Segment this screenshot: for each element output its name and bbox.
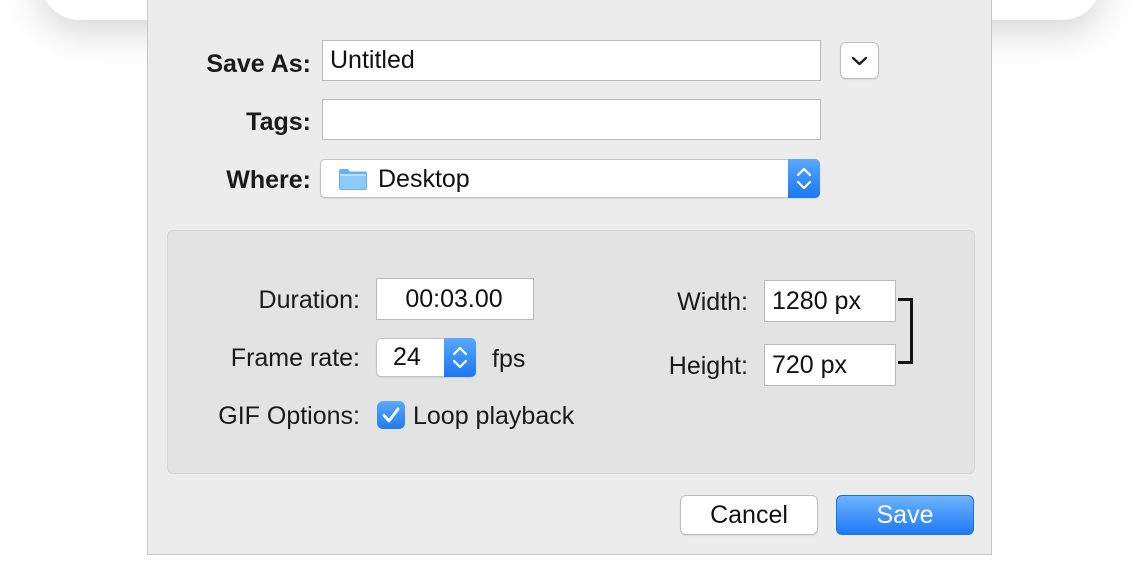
save-as-label: Save As: <box>206 50 311 78</box>
expand-dialog-button[interactable] <box>840 42 879 79</box>
checkmark-icon <box>382 407 400 423</box>
gif-options-label: GIF Options: <box>218 402 360 430</box>
frame-rate-stepper[interactable] <box>444 338 476 377</box>
tags-input[interactable] <box>322 99 821 140</box>
frame-rate-combo[interactable]: 24 <box>376 338 476 377</box>
loop-playback-checkbox[interactable] <box>377 401 405 429</box>
frame-rate-label: Frame rate: <box>230 344 360 372</box>
aspect-ratio-link[interactable] <box>898 298 913 364</box>
up-down-arrows-icon <box>452 346 468 369</box>
duration-label: Duration: <box>258 286 360 314</box>
where-value: Desktop <box>378 165 470 193</box>
cancel-button[interactable]: Cancel <box>680 495 818 535</box>
height-input[interactable] <box>764 344 896 386</box>
width-input[interactable] <box>764 280 896 322</box>
folder-icon <box>339 169 367 190</box>
chevron-down-icon <box>851 56 868 66</box>
save-button[interactable]: Save <box>836 495 974 535</box>
save-dialog: Save As: Tags: Where: Desktop Duration: … <box>147 0 992 555</box>
where-stepper[interactable] <box>788 159 820 198</box>
frame-rate-unit: fps <box>492 345 526 373</box>
loop-playback-label[interactable]: Loop playback <box>413 396 574 436</box>
frame-rate-value: 24 <box>393 343 421 371</box>
save-as-input[interactable] <box>322 40 821 81</box>
where-popup[interactable]: Desktop <box>320 159 820 198</box>
height-label: Height: <box>668 352 748 380</box>
tags-label: Tags: <box>246 108 311 136</box>
where-label: Where: <box>226 166 311 194</box>
gif-options-panel: Duration: Frame rate: 24 fps GIF Options… <box>167 230 975 474</box>
width-label: Width: <box>677 288 748 316</box>
duration-input[interactable] <box>376 278 534 320</box>
up-down-arrows-icon <box>796 167 812 190</box>
